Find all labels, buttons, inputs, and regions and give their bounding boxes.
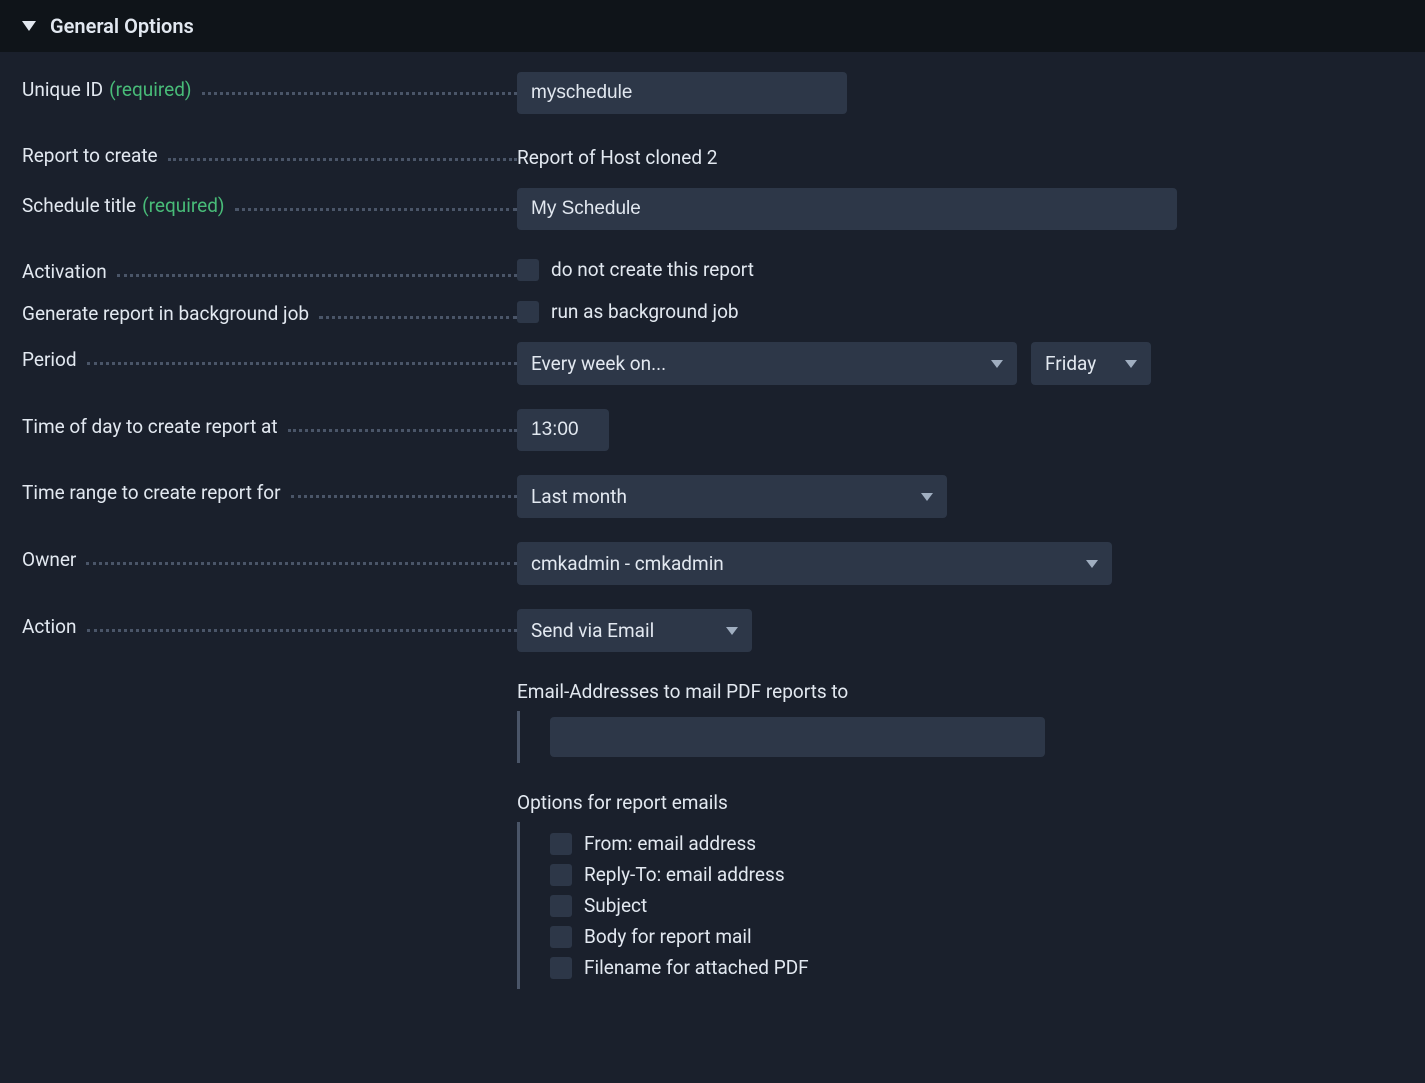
owner-select[interactable]: cmkadmin - cmkadmin [517, 542, 1112, 585]
activation-checkbox-label: do not create this report [551, 258, 754, 281]
row-owner: Owner cmkadmin - cmkadmin [22, 542, 1403, 585]
period-select[interactable]: Every week on... [517, 342, 1017, 385]
label-period: Period [22, 342, 517, 371]
email-addresses-block: Email-Addresses to mail PDF reports to [517, 680, 1403, 763]
email-options-block: Options for report emails From: email ad… [517, 791, 1403, 989]
time-range-select[interactable]: Last month [517, 475, 947, 518]
chevron-down-icon [1125, 360, 1137, 368]
chevron-down-icon [921, 493, 933, 501]
dots-filler [168, 151, 517, 161]
bg-job-checkbox[interactable] [517, 301, 539, 323]
opt-body-checkbox[interactable] [550, 926, 572, 948]
row-period: Period Every week on... Friday [22, 342, 1403, 385]
chevron-down-icon [726, 627, 738, 635]
label-activation: Activation [22, 254, 517, 283]
action-select[interactable]: Send via Email [517, 609, 752, 652]
label-action: Action [22, 609, 517, 638]
bg-job-checkbox-label: run as background job [551, 300, 739, 323]
opt-reply-to-label: Reply-To: email address [584, 863, 785, 886]
row-time-of-day: Time of day to create report at [22, 409, 1403, 451]
opt-filename-label: Filename for attached PDF [584, 956, 809, 979]
unique-id-input[interactable] [517, 72, 847, 114]
section-header[interactable]: General Options [0, 0, 1425, 52]
time-of-day-input[interactable] [517, 409, 609, 451]
opt-from-label: From: email address [584, 832, 756, 855]
opt-subject-label: Subject [584, 894, 647, 917]
chevron-down-icon [1086, 560, 1098, 568]
report-to-create-value: Report of Host cloned 2 [517, 138, 717, 177]
opt-body-label: Body for report mail [584, 925, 752, 948]
opt-reply-to-checkbox[interactable] [550, 864, 572, 886]
label-owner: Owner [22, 542, 517, 571]
opt-subject-checkbox[interactable] [550, 895, 572, 917]
opt-from-checkbox[interactable] [550, 833, 572, 855]
dots-filler [235, 201, 517, 211]
email-address-input[interactable] [550, 717, 1045, 757]
activation-checkbox[interactable] [517, 259, 539, 281]
row-schedule-title: Schedule title (required) [22, 188, 1403, 230]
row-bg-job: Generate report in background job run as… [22, 296, 1403, 336]
email-addresses-title: Email-Addresses to mail PDF reports to [517, 680, 1403, 703]
dots-filler [87, 622, 517, 632]
dots-filler [86, 555, 517, 565]
label-report-to-create: Report to create [22, 138, 517, 167]
row-report-to-create: Report to create Report of Host cloned 2 [22, 138, 1403, 178]
general-options-section: General Options Unique ID (required) Rep… [0, 0, 1425, 1019]
dots-filler [291, 488, 517, 498]
row-time-range: Time range to create report for Last mon… [22, 475, 1403, 518]
section-title: General Options [50, 14, 194, 38]
dots-filler [87, 355, 517, 365]
dots-filler [319, 309, 517, 319]
collapse-icon [22, 21, 36, 31]
form-body: Unique ID (required) Report to create Re… [0, 52, 1425, 1019]
row-activation: Activation do not create this report [22, 254, 1403, 294]
dots-filler [202, 85, 517, 95]
chevron-down-icon [991, 360, 1003, 368]
row-unique-id: Unique ID (required) [22, 72, 1403, 114]
opt-filename-checkbox[interactable] [550, 957, 572, 979]
label-unique-id: Unique ID (required) [22, 72, 517, 101]
dots-filler [288, 422, 517, 432]
label-time-range: Time range to create report for [22, 475, 517, 504]
label-schedule-title: Schedule title (required) [22, 188, 517, 217]
dots-filler [117, 267, 517, 277]
email-options-title: Options for report emails [517, 791, 1403, 814]
period-day-select[interactable]: Friday [1031, 342, 1151, 385]
label-bg-job: Generate report in background job [22, 296, 517, 325]
schedule-title-input[interactable] [517, 188, 1177, 230]
label-time-of-day: Time of day to create report at [22, 409, 517, 438]
row-action: Action Send via Email Email-Addresses to… [22, 609, 1403, 989]
